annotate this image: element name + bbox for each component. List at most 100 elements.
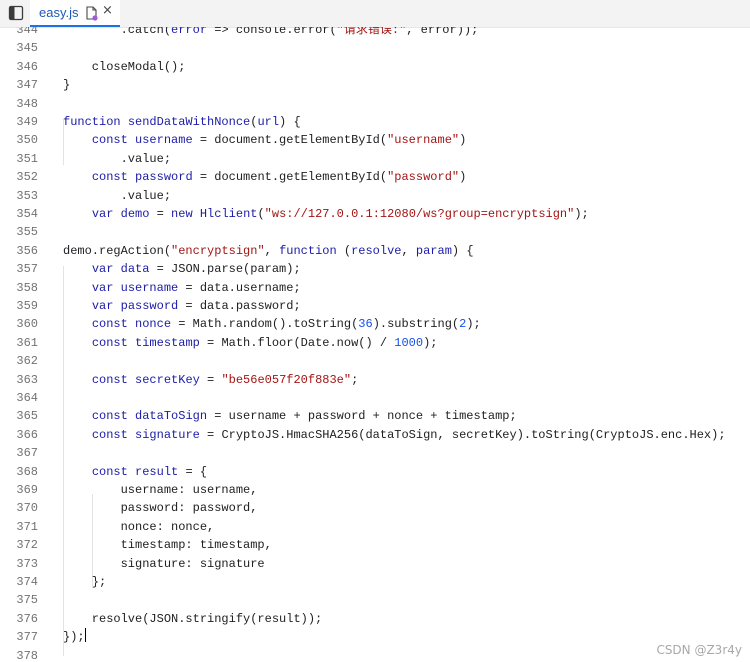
code-text: .catch(error => console.error("请求错误:", e…	[63, 27, 479, 39]
code-line[interactable]: 353 .value;	[0, 187, 750, 205]
code-line[interactable]: 366 const signature = CryptoJS.HmacSHA25…	[0, 426, 750, 444]
code-token: = data.username;	[178, 280, 301, 295]
code-token: nonce: nonce,	[63, 519, 215, 534]
code-token: });	[63, 630, 85, 645]
code-line[interactable]: 371 nonce: nonce,	[0, 518, 750, 536]
code-token: nonce	[135, 317, 172, 332]
file-modified-icon	[86, 6, 98, 21]
code-token: result	[135, 464, 179, 479]
code-token: );	[423, 335, 438, 350]
code-text: username: username,	[63, 481, 258, 499]
code-text: timestamp: timestamp,	[63, 536, 272, 554]
code-token: = CryptoJS.HmacSHA256(dataToSign, secret…	[199, 427, 726, 442]
code-text: password: password,	[63, 499, 258, 517]
code-line[interactable]: 351 .value;	[0, 150, 750, 168]
code-token: url	[257, 115, 280, 129]
code-line[interactable]: 347}	[0, 76, 750, 94]
code-text: demo.regAction("encryptsign", function (…	[63, 242, 474, 260]
code-text: signature: signature	[63, 555, 265, 573]
code-token: const	[91, 335, 128, 350]
code-token: = {	[178, 464, 208, 479]
line-number: 366	[16, 427, 38, 442]
code-line[interactable]: 362	[0, 352, 750, 370]
code-line[interactable]: 374 };	[0, 573, 750, 591]
close-tab-button[interactable]: ×	[102, 3, 113, 18]
code-line[interactable]: 352 const password = document.getElement…	[0, 168, 750, 186]
code-token: var	[91, 280, 114, 295]
code-line[interactable]: 365 const dataToSign = username + passwo…	[0, 407, 750, 425]
code-token: };	[63, 575, 107, 589]
code-line[interactable]: 361 const timestamp = Math.floor(Date.no…	[0, 334, 750, 352]
code-token: const	[91, 317, 128, 332]
code-token: const	[91, 133, 128, 148]
code-line[interactable]: 364	[0, 389, 750, 407]
csdn-watermark: CSDN @Z3r4y	[656, 643, 742, 657]
line-number: 353	[16, 188, 38, 203]
line-number: 350	[16, 133, 38, 148]
code-token: function	[63, 115, 121, 129]
line-number: 375	[16, 593, 38, 608]
code-line[interactable]: 348	[0, 95, 750, 113]
code-line[interactable]: 350 const username = document.getElement…	[0, 131, 750, 149]
code-text: const nonce = Math.random().toString(36)…	[63, 315, 481, 333]
code-token: 36	[358, 317, 373, 332]
code-line[interactable]: 344 .catch(error => console.error("请求错误:…	[0, 27, 750, 39]
code-line[interactable]: 360 const nonce = Math.random().toString…	[0, 315, 750, 333]
code-token: closeModal();	[63, 59, 186, 74]
code-line[interactable]: 377});	[0, 628, 750, 646]
code-token: username	[135, 133, 193, 148]
code-line[interactable]: 358 var username = data.username;	[0, 279, 750, 297]
code-token: );	[466, 317, 481, 332]
code-line[interactable]: 373 signature: signature	[0, 555, 750, 573]
code-line[interactable]: 367	[0, 444, 750, 462]
code-token: ,	[401, 243, 416, 258]
code-line[interactable]: 359 var password = data.password;	[0, 297, 750, 315]
code-line[interactable]: 369 username: username,	[0, 481, 750, 499]
code-line[interactable]: 372 timestamp: timestamp,	[0, 536, 750, 554]
code-token: const	[91, 427, 128, 442]
code-line[interactable]: 370 password: password,	[0, 499, 750, 517]
code-token: signature	[135, 427, 200, 442]
code-token: demo	[120, 207, 150, 221]
line-number: 368	[16, 464, 38, 479]
code-token: 1000	[394, 335, 424, 350]
code-line[interactable]: 349 function sendDataWithNonce(url) {	[0, 113, 750, 131]
code-line[interactable]: 357 var data = JSON.parse(param);	[0, 260, 750, 278]
line-number: 347	[16, 78, 38, 93]
code-line[interactable]: 363 const secretKey = "be56e057f20f883e"…	[0, 371, 750, 389]
code-token: timestamp: timestamp,	[63, 538, 272, 553]
code-editor[interactable]: 344 .catch(error => console.error("请求错误:…	[0, 27, 750, 662]
code-token: .value;	[63, 151, 172, 166]
code-token: function	[279, 243, 337, 258]
code-token: = document.getElementById(	[192, 133, 388, 148]
code-line[interactable]: 378	[0, 647, 750, 662]
code-line[interactable]: 345	[0, 39, 750, 57]
code-token: const	[91, 372, 128, 387]
text-cursor	[84, 628, 86, 643]
code-text: };	[63, 573, 106, 591]
line-number: 349	[16, 115, 38, 129]
toggle-sidebar-icon[interactable]	[8, 5, 24, 21]
code-line[interactable]: 346 closeModal();	[0, 58, 750, 76]
code-token: ;	[351, 372, 359, 387]
code-text: const secretKey = "be56e057f20f883e";	[63, 371, 358, 389]
code-line[interactable]: 375	[0, 591, 750, 609]
code-token: = data.password;	[178, 299, 301, 313]
code-line[interactable]: 376 resolve(JSON.stringify(result));	[0, 610, 750, 628]
code-line[interactable]: 354 var demo = new Hlclient("ws://127.0.…	[0, 205, 750, 223]
code-token: signature: signature	[63, 556, 265, 571]
code-line[interactable]: 355	[0, 223, 750, 241]
tab-easy-js[interactable]: easy.js ×	[30, 0, 120, 27]
line-number: 365	[16, 409, 38, 424]
code-line[interactable]: 368 const result = {	[0, 463, 750, 481]
code-text: var password = data.password;	[63, 297, 301, 315]
code-line[interactable]: 356 demo.regAction("encryptsign", functio…	[0, 242, 750, 260]
code-text: const result = {	[63, 463, 207, 481]
